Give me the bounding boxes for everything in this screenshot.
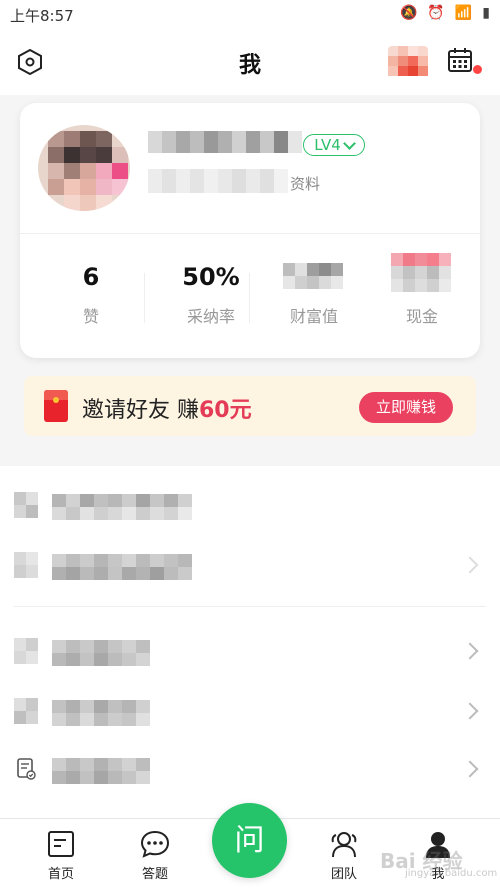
stat-cash[interactable]: 现金 — [372, 253, 472, 327]
status-time: 上午8:57 — [10, 7, 74, 25]
chat-bubble-icon — [140, 830, 170, 858]
red-envelope-icon — [44, 390, 68, 422]
page-header: 我 — [0, 30, 500, 95]
invite-text: 邀请好友 赚60元 — [82, 392, 252, 424]
avatar[interactable] — [38, 125, 130, 211]
chevron-right-icon — [461, 702, 479, 720]
divider — [14, 606, 486, 607]
stat-value-blurred — [264, 263, 364, 293]
profile-card: LV4 资料 6 赞 50% 采纳率 财富值 现金 — [20, 103, 480, 358]
chevron-right-icon — [461, 556, 479, 574]
stat-value: 50% — [182, 263, 240, 291]
menu-list — [0, 466, 500, 818]
stat-separator — [249, 273, 250, 323]
item-icon — [14, 698, 38, 724]
invite-label: 邀请好友 赚 — [82, 398, 199, 423]
item-label-blurred — [52, 494, 194, 520]
chevron-down-icon — [342, 136, 356, 150]
status-bar: 上午8:57 🔕 ⏰ 📶 ▮ — [0, 0, 500, 30]
notification-badge — [473, 65, 482, 74]
tab-home[interactable]: 首页 — [31, 829, 91, 882]
item-label-blurred — [52, 640, 156, 666]
ask-button[interactable]: 问 — [212, 803, 287, 878]
mute-icon: 🔕 — [399, 5, 418, 21]
invite-amount: 60元 — [199, 398, 252, 423]
tab-label: 答题 — [141, 867, 168, 882]
stat-label: 现金 — [405, 307, 438, 326]
chevron-right-icon — [461, 760, 479, 778]
invite-banner[interactable]: 邀请好友 赚60元 立即赚钱 — [24, 376, 476, 436]
stat-wealth[interactable]: 财富值 — [264, 263, 364, 327]
list-item[interactable] — [0, 630, 500, 670]
list-item[interactable] — [0, 484, 500, 524]
item-icon — [14, 638, 38, 664]
list-item[interactable] — [0, 748, 500, 788]
status-icons: 🔕 ⏰ 📶 ▮ — [400, 5, 490, 21]
list-item[interactable] — [0, 544, 500, 584]
document-check-icon — [17, 758, 36, 780]
list-item[interactable] — [0, 690, 500, 730]
stat-label: 赞 — [82, 307, 99, 326]
calendar-icon[interactable] — [446, 46, 474, 74]
stat-likes[interactable]: 6 赞 — [41, 263, 141, 327]
stat-value-blurred — [372, 253, 472, 293]
stat-separator — [144, 273, 145, 323]
watermark-url: jingyan.baidu.com — [405, 868, 498, 879]
subtitle-blurred — [148, 169, 288, 193]
stat-adoption-rate[interactable]: 50% 采纳率 — [161, 263, 261, 327]
item-icon — [14, 552, 38, 578]
team-icon — [331, 832, 357, 858]
stat-label: 采纳率 — [186, 307, 235, 326]
tab-label: 首页 — [47, 867, 74, 882]
battery-icon: ▮ — [482, 5, 490, 21]
tab-label: 团队 — [330, 867, 357, 882]
username-blurred — [148, 131, 308, 153]
stat-label: 财富值 — [289, 307, 338, 326]
divider — [20, 233, 480, 234]
alarm-icon: ⏰ — [427, 5, 445, 21]
item-label-blurred — [52, 554, 194, 580]
stat-value: 6 — [82, 263, 100, 291]
level-label: LV4 — [314, 136, 341, 154]
chevron-right-icon — [461, 642, 479, 660]
tab-answer[interactable]: 答题 — [125, 829, 185, 882]
tab-team[interactable]: 团队 — [314, 829, 374, 882]
mini-avatar[interactable] — [388, 46, 428, 80]
home-icon — [48, 831, 74, 857]
item-icon — [14, 492, 38, 518]
earn-now-button[interactable]: 立即赚钱 — [359, 392, 453, 423]
level-badge[interactable]: LV4 — [303, 134, 365, 156]
profile-link[interactable]: 资料 — [290, 173, 320, 194]
wifi-icon: 📶 — [454, 5, 473, 21]
item-label-blurred — [52, 758, 156, 784]
item-label-blurred — [52, 700, 156, 726]
